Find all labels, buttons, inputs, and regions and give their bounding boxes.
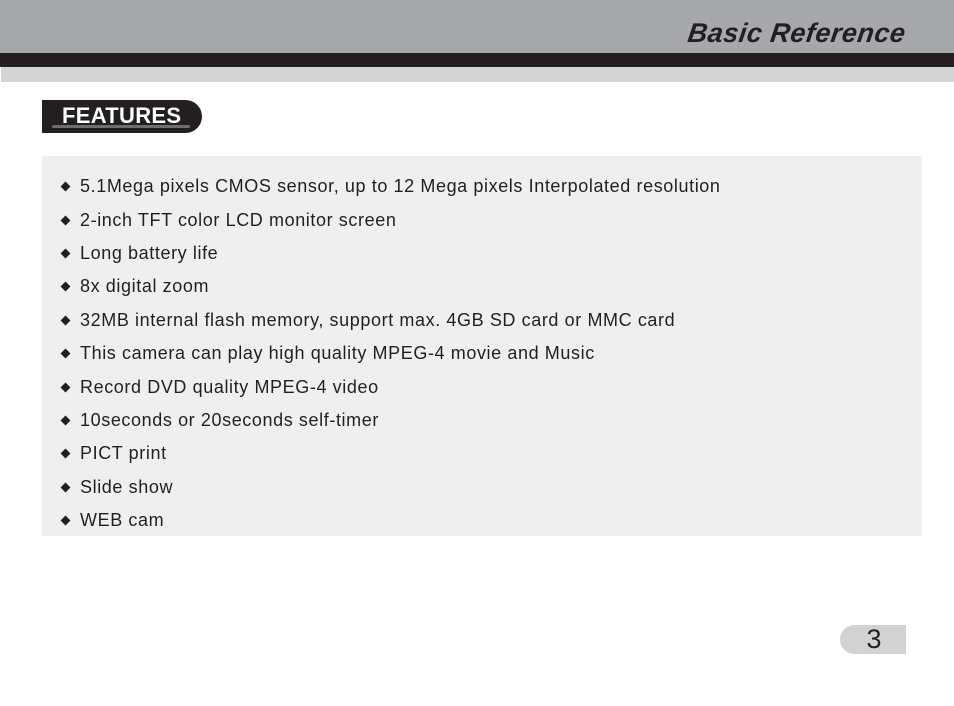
feature-item: PICT print xyxy=(60,437,721,470)
feature-text: PICT print xyxy=(80,443,167,464)
diamond-bullet-icon xyxy=(60,415,71,426)
header-sub-band xyxy=(1,67,954,82)
diamond-bullet-icon xyxy=(60,482,71,493)
header-divider-bar xyxy=(0,53,954,67)
feature-text: 2-inch TFT color LCD monitor screen xyxy=(80,209,397,230)
diamond-bullet-icon xyxy=(60,348,71,359)
diamond-bullet-icon xyxy=(60,248,71,259)
feature-item: This camera can play high quality MPEG-4… xyxy=(60,337,721,370)
diamond-bullet-icon xyxy=(60,281,71,292)
feature-text: 10seconds or 20seconds self-timer xyxy=(80,409,379,430)
diamond-bullet-icon xyxy=(60,515,71,526)
feature-item: 8x digital zoom xyxy=(60,270,721,303)
diamond-bullet-icon xyxy=(60,448,71,459)
feature-text: Long battery life xyxy=(80,242,219,263)
feature-text: 8x digital zoom xyxy=(80,276,210,297)
feature-item: 2-inch TFT color LCD monitor screen xyxy=(60,203,721,236)
section-title: Basic Reference xyxy=(686,18,909,48)
feature-item: 32MB internal flash memory, support max.… xyxy=(60,304,721,337)
diamond-bullet-icon xyxy=(60,215,71,226)
feature-item: 10seconds or 20seconds self-timer xyxy=(60,404,721,437)
feature-item: Record DVD quality MPEG-4 video xyxy=(60,370,721,403)
feature-item: Slide show xyxy=(60,471,721,504)
feature-item: 5.1Mega pixels CMOS sensor, up to 12 Meg… xyxy=(60,170,721,203)
feature-text: 32MB internal flash memory, support max.… xyxy=(80,309,676,330)
feature-text: This camera can play high quality MPEG-4… xyxy=(80,343,595,364)
features-panel: 5.1Mega pixels CMOS sensor, up to 12 Meg… xyxy=(42,156,922,536)
feature-text: Slide show xyxy=(80,476,174,497)
diamond-bullet-icon xyxy=(60,315,71,326)
feature-item: Long battery life xyxy=(60,237,721,270)
features-badge: FEATURES xyxy=(42,100,202,133)
diamond-bullet-icon xyxy=(60,181,71,192)
feature-item: WEB cam xyxy=(60,504,721,537)
feature-text: WEB cam xyxy=(80,510,165,531)
page-number-tab: 3 xyxy=(840,625,906,654)
page-number: 3 xyxy=(866,624,882,654)
feature-text: Record DVD quality MPEG-4 video xyxy=(80,376,379,397)
diamond-bullet-icon xyxy=(60,382,71,392)
feature-list: 5.1Mega pixels CMOS sensor, up to 12 Meg… xyxy=(60,170,721,537)
features-badge-label: FEATURES xyxy=(62,103,182,128)
feature-text: 5.1Mega pixels CMOS sensor, up to 12 Meg… xyxy=(80,176,721,197)
